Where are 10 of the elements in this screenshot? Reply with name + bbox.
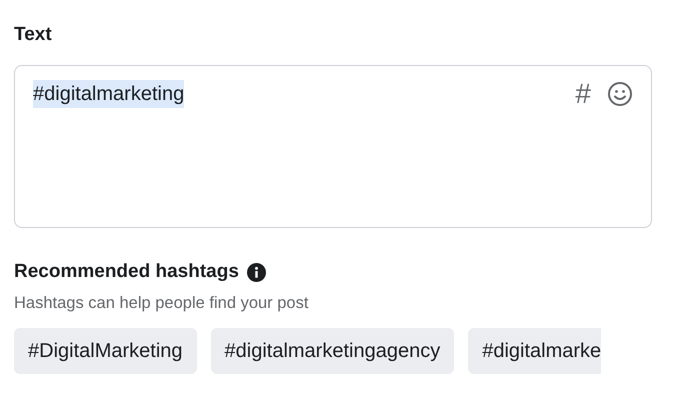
hashtag-chip[interactable]: #DigitalMarketing — [14, 328, 197, 374]
hashtag-chip[interactable]: #digitalmarke — [468, 328, 602, 374]
text-field[interactable]: #digitalmarketing # — [14, 65, 652, 228]
section-title: Recommended hashtags — [14, 260, 239, 284]
hint-text: Hashtags can help people find your post — [14, 292, 310, 314]
field-label: Text — [14, 23, 53, 47]
info-icon[interactable] — [246, 262, 266, 282]
emoji-icon[interactable] — [607, 81, 633, 107]
hashtag-chip[interactable]: #digitalmarketingagency — [210, 328, 454, 374]
hashtag-button[interactable]: # — [575, 80, 591, 108]
